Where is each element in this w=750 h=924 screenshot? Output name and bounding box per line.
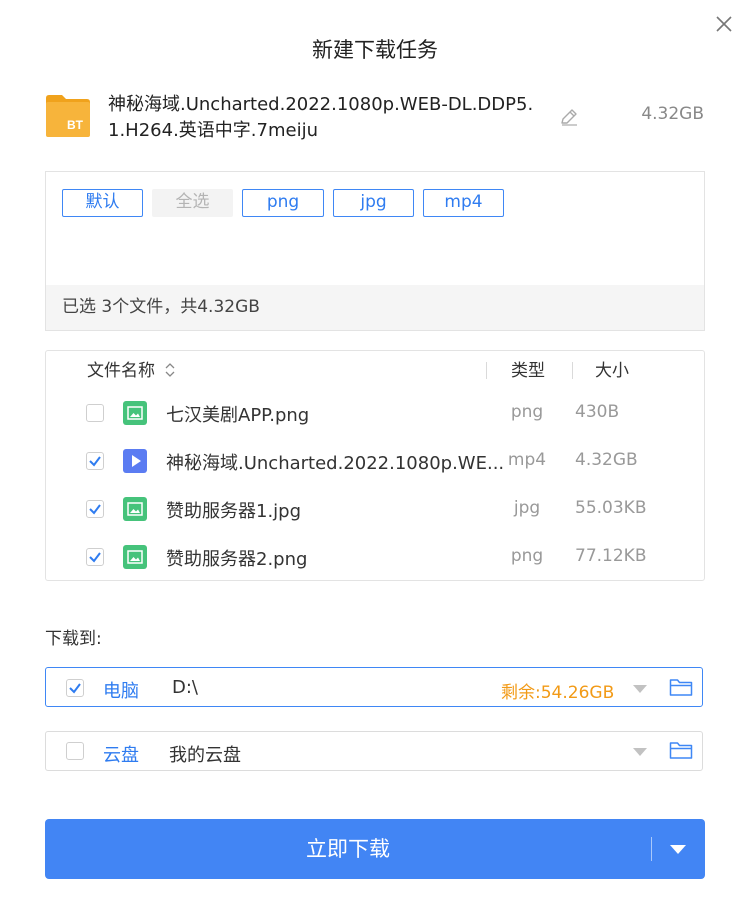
file-type: png bbox=[510, 402, 544, 422]
image-file-icon bbox=[123, 545, 147, 569]
chip-png[interactable]: png bbox=[242, 189, 324, 217]
button-divider bbox=[651, 837, 652, 861]
file-name: 七汉美剧APP.png bbox=[166, 405, 310, 426]
file-checkbox[interactable] bbox=[86, 500, 104, 518]
file-row[interactable]: 赞助服务器1.jpg jpg 55.03KB bbox=[46, 485, 704, 533]
chip-jpg[interactable]: jpg bbox=[333, 189, 414, 217]
file-row[interactable]: 神秘海域.Uncharted.2022.1080p.WE... mp4 4.32… bbox=[46, 437, 704, 485]
edit-pencil-icon[interactable] bbox=[558, 106, 580, 128]
file-list: 文件名称 类型 大小 七汉美剧APP.png png 430B 神秘海域.Unc… bbox=[45, 350, 705, 581]
dialog-title: 新建下载任务 bbox=[312, 38, 438, 62]
selection-summary-text: 已选 3个文件，共4.32GB bbox=[62, 297, 260, 317]
column-header-size[interactable]: 大小 bbox=[595, 359, 629, 383]
folder-icon[interactable] bbox=[669, 740, 693, 764]
file-size: 430B bbox=[575, 402, 620, 422]
destination-path: D:\ bbox=[172, 677, 198, 698]
folder-icon[interactable] bbox=[669, 677, 693, 701]
chip-mp4[interactable]: mp4 bbox=[423, 189, 504, 217]
file-size: 4.32GB bbox=[575, 450, 638, 470]
destination-cloud[interactable]: 云盘 我的云盘 bbox=[45, 731, 703, 771]
column-header-name-label: 文件名称 bbox=[87, 361, 155, 381]
destination-path: 我的云盘 bbox=[169, 745, 241, 766]
chevron-down-icon[interactable] bbox=[670, 845, 686, 854]
chevron-down-icon[interactable] bbox=[633, 748, 647, 756]
image-file-icon bbox=[123, 401, 147, 425]
free-space: 剩余:54.26GB bbox=[501, 683, 615, 703]
file-type: mp4 bbox=[507, 450, 547, 470]
file-name: 赞助服务器1.jpg bbox=[166, 501, 302, 522]
chip-select-all[interactable]: 全选 bbox=[152, 189, 233, 217]
file-type: jpg bbox=[513, 498, 541, 518]
download-now-label: 立即下载 bbox=[306, 837, 390, 861]
file-name: 神秘海域.Uncharted.2022.1080p.WE... bbox=[166, 453, 505, 474]
task-name: 神秘海域.Uncharted.2022.1080p.WEB-DL.DDP5.1.… bbox=[108, 94, 534, 141]
bt-folder-icon: BT bbox=[45, 92, 91, 138]
destination-label: 电脑 bbox=[103, 681, 139, 702]
close-icon[interactable] bbox=[712, 12, 736, 36]
video-file-icon bbox=[123, 449, 147, 473]
selection-summary: 已选 3个文件，共4.32GB bbox=[46, 285, 704, 330]
file-checkbox[interactable] bbox=[86, 452, 104, 470]
task-size: 4.32GB bbox=[641, 104, 704, 124]
column-divider bbox=[486, 362, 487, 379]
file-type-filter: 默认 全选 png jpg mp4 已选 3个文件，共4.32GB bbox=[45, 171, 705, 331]
file-row[interactable]: 赞助服务器2.png png 77.12KB bbox=[46, 533, 704, 581]
file-checkbox[interactable] bbox=[86, 404, 104, 422]
sort-icon[interactable] bbox=[164, 361, 176, 379]
file-row[interactable]: 七汉美剧APP.png png 430B bbox=[46, 389, 704, 437]
destination-label: 云盘 bbox=[103, 745, 139, 766]
file-type: png bbox=[510, 546, 544, 566]
download-now-button[interactable]: 立即下载 bbox=[45, 819, 705, 879]
file-name: 赞助服务器2.png bbox=[166, 549, 308, 570]
column-header-name[interactable]: 文件名称 bbox=[87, 359, 176, 383]
destination-checkbox[interactable] bbox=[66, 679, 84, 697]
bt-icon-label: BT bbox=[67, 118, 84, 132]
image-file-icon bbox=[123, 497, 147, 521]
destination-checkbox[interactable] bbox=[66, 742, 84, 760]
chip-default[interactable]: 默认 bbox=[62, 189, 143, 217]
column-header-type[interactable]: 类型 bbox=[511, 359, 545, 383]
chevron-down-icon[interactable] bbox=[633, 685, 647, 693]
file-size: 55.03KB bbox=[575, 498, 647, 518]
destination-computer[interactable]: 电脑 D:\ 剩余:54.26GB bbox=[45, 667, 703, 707]
file-size: 77.12KB bbox=[575, 546, 647, 566]
column-divider bbox=[572, 362, 573, 379]
download-to-label: 下载到: bbox=[45, 629, 102, 649]
file-checkbox[interactable] bbox=[86, 548, 104, 566]
